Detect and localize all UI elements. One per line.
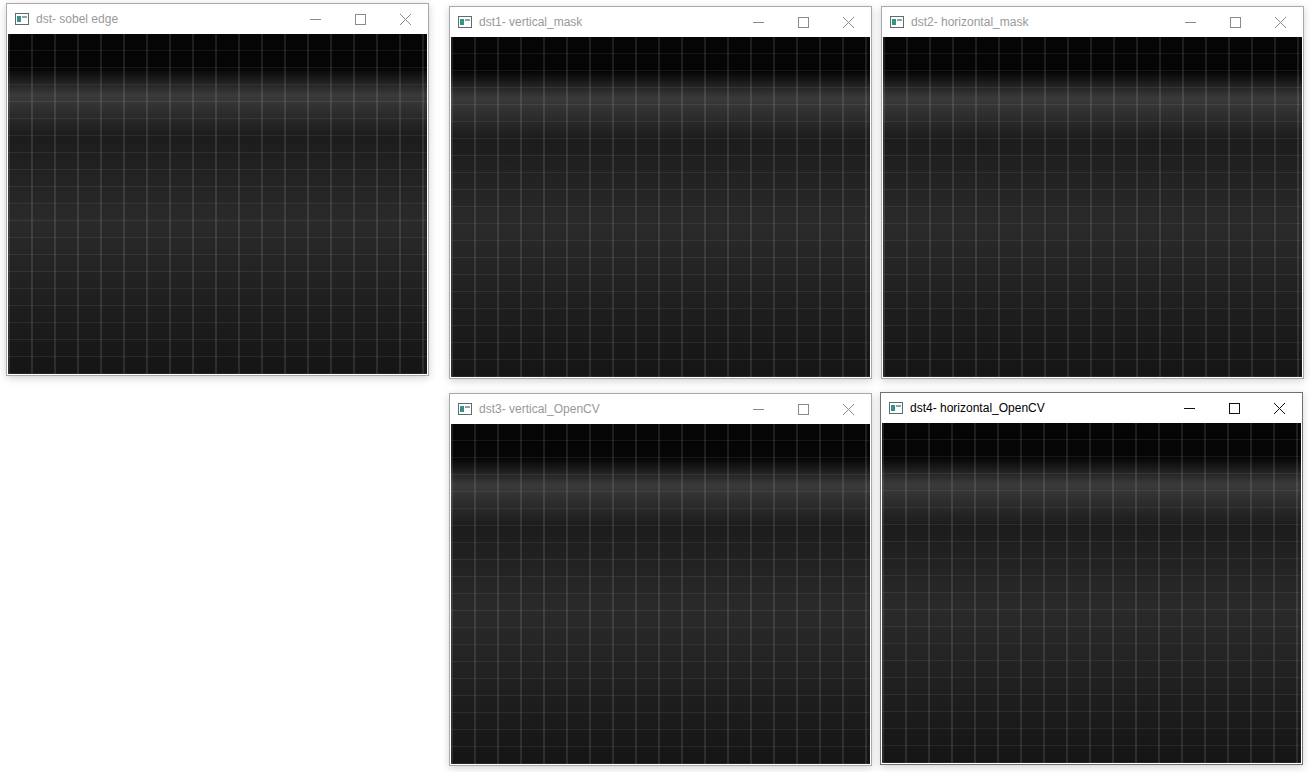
minimize-icon <box>1185 17 1196 28</box>
minimize-button[interactable] <box>736 7 781 37</box>
minimize-icon <box>753 17 764 28</box>
desktop: dst- sobel edge dst1- vertical_mask dst2… <box>0 0 1311 772</box>
app-window-icon <box>15 13 29 25</box>
close-button[interactable] <box>826 394 871 424</box>
close-button[interactable] <box>1258 7 1303 37</box>
title-bar[interactable]: dst3- vertical_OpenCV <box>450 394 871 424</box>
maximize-button[interactable] <box>1213 7 1258 37</box>
maximize-icon <box>798 17 809 28</box>
window-title: dst4- horizontal_OpenCV <box>910 401 1167 415</box>
window-title: dst2- horizontal_mask <box>911 15 1168 29</box>
minimize-button[interactable] <box>1168 7 1213 37</box>
edge-image <box>883 37 1302 377</box>
maximize-icon <box>1230 17 1241 28</box>
app-window-icon <box>889 402 903 414</box>
edge-image <box>451 37 870 377</box>
app-window-icon <box>458 16 472 28</box>
close-icon <box>843 404 854 415</box>
maximize-icon <box>355 14 366 25</box>
image-window[interactable]: dst4- horizontal_OpenCV <box>880 392 1303 765</box>
title-bar[interactable]: dst1- vertical_mask <box>450 7 871 37</box>
image-window[interactable]: dst- sobel edge <box>6 3 429 376</box>
close-icon <box>1275 17 1286 28</box>
close-button[interactable] <box>826 7 871 37</box>
edge-image <box>451 424 870 764</box>
maximize-icon <box>1229 403 1240 414</box>
minimize-icon <box>753 404 764 415</box>
window-title: dst- sobel edge <box>36 12 293 26</box>
edge-image <box>8 34 427 374</box>
minimize-button[interactable] <box>736 394 781 424</box>
title-bar[interactable]: dst2- horizontal_mask <box>882 7 1303 37</box>
app-window-icon <box>458 403 472 415</box>
title-bar[interactable]: dst- sobel edge <box>7 4 428 34</box>
close-icon <box>843 17 854 28</box>
close-icon <box>1274 403 1285 414</box>
maximize-button[interactable] <box>781 394 826 424</box>
image-window[interactable]: dst2- horizontal_mask <box>881 6 1304 379</box>
maximize-button[interactable] <box>1212 393 1257 423</box>
maximize-icon <box>798 404 809 415</box>
minimize-button[interactable] <box>293 4 338 34</box>
title-bar[interactable]: dst4- horizontal_OpenCV <box>881 393 1302 423</box>
minimize-icon <box>1184 403 1195 414</box>
image-window[interactable]: dst1- vertical_mask <box>449 6 872 379</box>
minimize-icon <box>310 14 321 25</box>
edge-image <box>882 423 1301 763</box>
close-icon <box>400 14 411 25</box>
minimize-button[interactable] <box>1167 393 1212 423</box>
image-window[interactable]: dst3- vertical_OpenCV <box>449 393 872 766</box>
window-title: dst1- vertical_mask <box>479 15 736 29</box>
app-window-icon <box>890 16 904 28</box>
window-title: dst3- vertical_OpenCV <box>479 402 736 416</box>
close-button[interactable] <box>1257 393 1302 423</box>
maximize-button[interactable] <box>781 7 826 37</box>
maximize-button[interactable] <box>338 4 383 34</box>
close-button[interactable] <box>383 4 428 34</box>
